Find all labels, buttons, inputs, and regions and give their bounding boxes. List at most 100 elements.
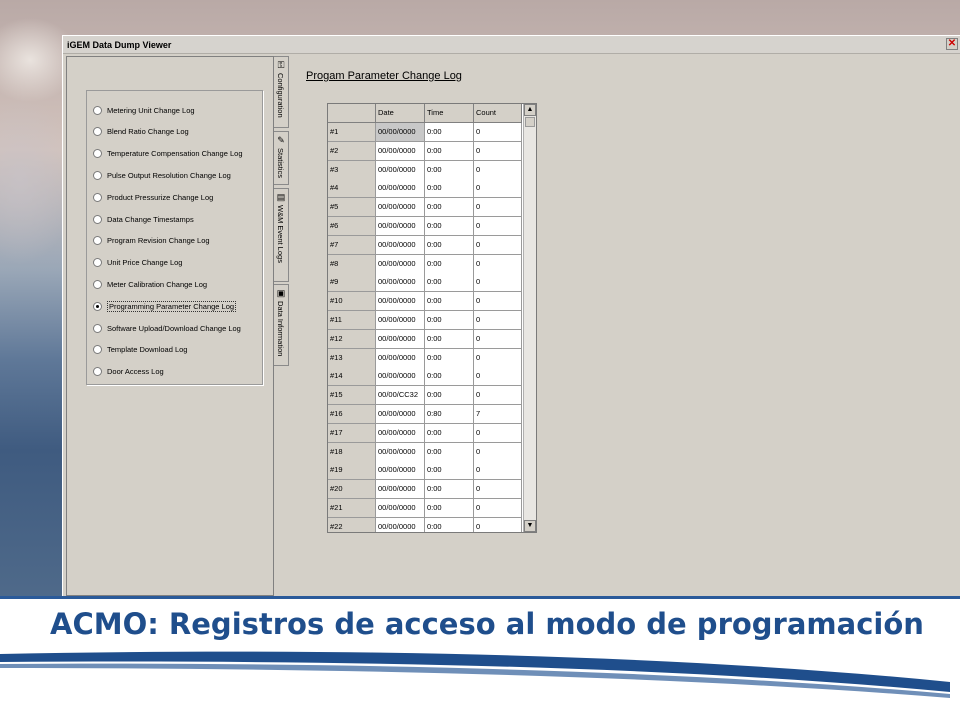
row-header-cell[interactable]: #9 xyxy=(328,273,376,293)
table-row[interactable]: #16 00/00/0000 0:80 7 xyxy=(328,405,522,424)
log-option-radio[interactable]: Software Upload/Download Change Log xyxy=(93,321,241,335)
tab-statistics[interactable]: ✎ Statistics xyxy=(274,131,289,185)
radio-unchecked-icon[interactable] xyxy=(93,367,102,377)
table-row[interactable]: #18 00/00/0000 0:00 0 xyxy=(328,442,522,462)
log-option-radio[interactable]: Data Change Timestamps xyxy=(93,212,194,226)
table-cell-date[interactable]: 00/00/0000 xyxy=(376,423,425,443)
table-cell-count[interactable]: 0 xyxy=(474,480,522,500)
row-header-cell[interactable]: #17 xyxy=(328,423,376,443)
row-header-cell[interactable]: #14 xyxy=(328,367,376,387)
log-option-radio[interactable]: Temperature Compensation Change Log xyxy=(93,147,243,161)
column-header[interactable]: Time xyxy=(425,104,474,123)
table-cell-count[interactable]: 0 xyxy=(474,386,522,406)
table-cell-time[interactable]: 0:00 xyxy=(425,480,474,500)
table-cell-time[interactable]: 0:80 xyxy=(425,405,474,424)
table-row[interactable]: #5 00/00/0000 0:00 0 xyxy=(328,198,522,218)
table-row[interactable]: #12 00/00/0000 0:00 0 xyxy=(328,329,522,349)
row-header-cell[interactable]: #15 xyxy=(328,386,376,406)
table-cell-count[interactable]: 0 xyxy=(474,273,522,293)
table-cell-time[interactable]: 0:00 xyxy=(425,160,474,180)
table-cell-date[interactable]: 00/00/CC32 xyxy=(376,386,425,406)
table-row[interactable]: #11 00/00/0000 0:00 0 xyxy=(328,311,522,330)
table-row[interactable]: #2 00/00/0000 0:00 0 xyxy=(328,141,522,161)
table-cell-time[interactable]: 0:00 xyxy=(425,141,474,161)
table-row[interactable]: #15 00/00/CC32 0:00 0 xyxy=(328,386,522,406)
row-header-cell[interactable]: #10 xyxy=(328,292,376,312)
table-cell-count[interactable]: 0 xyxy=(474,367,522,387)
row-header-cell[interactable]: #11 xyxy=(328,311,376,330)
scroll-thumb[interactable] xyxy=(525,117,535,127)
row-header-cell[interactable]: #7 xyxy=(328,235,376,255)
table-cell-time[interactable]: 0:00 xyxy=(425,217,474,236)
table-cell-time[interactable]: 0:00 xyxy=(425,517,474,532)
column-header[interactable]: Date xyxy=(376,104,425,123)
row-header-cell[interactable]: #1 xyxy=(328,123,376,142)
table-cell-count[interactable]: 0 xyxy=(474,198,522,218)
column-header[interactable] xyxy=(328,104,376,123)
table-cell-date[interactable]: 00/00/0000 xyxy=(376,480,425,500)
radio-unchecked-icon[interactable] xyxy=(93,258,102,268)
row-header-cell[interactable]: #8 xyxy=(328,254,376,274)
table-cell-time[interactable]: 0:00 xyxy=(425,311,474,330)
table-cell-count[interactable]: 0 xyxy=(474,141,522,161)
table-cell-count[interactable]: 0 xyxy=(474,311,522,330)
table-cell-count[interactable]: 0 xyxy=(474,179,522,199)
table-cell-time[interactable]: 0:00 xyxy=(425,123,474,142)
table-cell-date[interactable]: 00/00/0000 xyxy=(376,405,425,424)
table-row[interactable]: #21 00/00/0000 0:00 0 xyxy=(328,499,522,518)
row-header-cell[interactable]: #6 xyxy=(328,217,376,236)
row-header-cell[interactable]: #5 xyxy=(328,198,376,218)
row-header-cell[interactable]: #20 xyxy=(328,480,376,500)
grid-scrollbar[interactable]: ▲ ▼ xyxy=(523,104,536,532)
table-cell-date[interactable]: 00/00/0000 xyxy=(376,141,425,161)
log-option-radio[interactable]: Pulse Output Resolution Change Log xyxy=(93,168,231,182)
tab-w-m-event-logs[interactable]: ▤ W&M Event Logs xyxy=(274,188,289,282)
radio-unchecked-icon[interactable] xyxy=(93,170,102,180)
radio-unchecked-icon[interactable] xyxy=(93,236,102,246)
table-cell-date[interactable]: 00/00/0000 xyxy=(376,348,425,368)
radio-unchecked-icon[interactable] xyxy=(93,323,102,333)
close-button[interactable]: ✕ xyxy=(946,38,958,50)
table-cell-count[interactable]: 0 xyxy=(474,160,522,180)
log-option-radio[interactable]: Blend Ratio Change Log xyxy=(93,125,189,139)
table-cell-date[interactable]: 00/00/0000 xyxy=(376,254,425,274)
table-cell-date[interactable]: 00/00/0000 xyxy=(376,367,425,387)
radio-unchecked-icon[interactable] xyxy=(93,127,102,137)
table-cell-count[interactable]: 0 xyxy=(474,235,522,255)
table-row[interactable]: #14 00/00/0000 0:00 0 xyxy=(328,367,522,387)
row-header-cell[interactable]: #21 xyxy=(328,499,376,518)
table-cell-time[interactable]: 0:00 xyxy=(425,348,474,368)
table-row[interactable]: #13 00/00/0000 0:00 0 xyxy=(328,348,522,368)
table-row[interactable]: #3 00/00/0000 0:00 0 xyxy=(328,160,522,180)
log-option-radio[interactable]: Program Revision Change Log xyxy=(93,234,210,248)
table-cell-date[interactable]: 00/00/0000 xyxy=(376,123,425,142)
row-header-cell[interactable]: #3 xyxy=(328,160,376,180)
table-cell-time[interactable]: 0:00 xyxy=(425,198,474,218)
table-cell-date[interactable]: 00/00/0000 xyxy=(376,329,425,349)
radio-checked-icon[interactable] xyxy=(93,301,102,311)
table-row[interactable]: #20 00/00/0000 0:00 0 xyxy=(328,480,522,500)
table-cell-time[interactable]: 0:00 xyxy=(425,442,474,462)
table-cell-time[interactable]: 0:00 xyxy=(425,423,474,443)
row-header-cell[interactable]: #18 xyxy=(328,442,376,462)
table-cell-date[interactable]: 00/00/0000 xyxy=(376,160,425,180)
log-option-radio[interactable]: Product Pressurize Change Log xyxy=(93,190,213,204)
column-header[interactable]: Count xyxy=(474,104,522,123)
table-cell-date[interactable]: 00/00/0000 xyxy=(376,235,425,255)
log-option-radio[interactable]: Programming Parameter Change Log xyxy=(93,299,237,313)
table-cell-time[interactable]: 0:00 xyxy=(425,461,474,481)
table-cell-date[interactable]: 00/00/0000 xyxy=(376,461,425,481)
table-cell-date[interactable]: 00/00/0000 xyxy=(376,517,425,532)
table-cell-count[interactable]: 0 xyxy=(474,517,522,532)
table-row[interactable]: #8 00/00/0000 0:00 0 xyxy=(328,254,522,274)
log-option-radio[interactable]: Template Download Log xyxy=(93,343,187,357)
table-cell-time[interactable]: 0:00 xyxy=(425,235,474,255)
table-cell-date[interactable]: 00/00/0000 xyxy=(376,311,425,330)
table-cell-date[interactable]: 00/00/0000 xyxy=(376,198,425,218)
radio-unchecked-icon[interactable] xyxy=(93,279,102,289)
table-cell-time[interactable]: 0:00 xyxy=(425,499,474,518)
table-cell-date[interactable]: 00/00/0000 xyxy=(376,442,425,462)
table-row[interactable]: #1 00/00/0000 0:00 0 xyxy=(328,123,522,142)
table-cell-count[interactable]: 0 xyxy=(474,292,522,312)
table-cell-time[interactable]: 0:00 xyxy=(425,386,474,406)
